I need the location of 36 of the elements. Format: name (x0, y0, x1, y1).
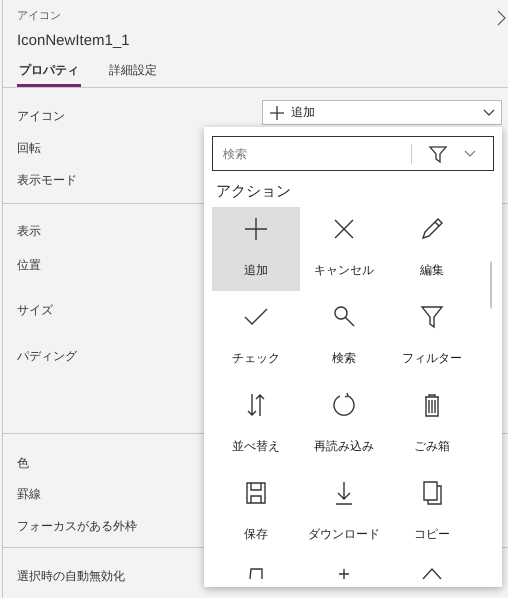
icon-option[interactable]: 編集 (388, 207, 476, 291)
icon-option[interactable]: ダウンロード (300, 471, 388, 555)
icon-option[interactable]: 保存 (212, 471, 300, 555)
icon-dropdown[interactable]: 追加 (262, 100, 502, 125)
icon-option[interactable]: ごみ箱 (388, 383, 476, 467)
plus-icon (242, 215, 270, 243)
property-label: サイズ (17, 303, 53, 317)
property-label: 回転 (17, 141, 41, 155)
icon-option[interactable]: チェック (212, 295, 300, 379)
icon-option[interactable]: 再読み込み (300, 383, 388, 467)
tab[interactable]: 詳細設定 (107, 59, 159, 87)
property-label: フォーカスがある外枠 (17, 519, 137, 533)
category-heading: アクション (216, 182, 292, 201)
icon-option[interactable]: フィルター (388, 295, 476, 379)
property-label: 位置 (17, 258, 41, 272)
property-label: アイコン (17, 109, 65, 123)
property-label: 表示モード (17, 173, 77, 187)
control-name: IconNewItem1_1 (17, 32, 131, 49)
filter-icon[interactable] (428, 144, 448, 164)
icon-option[interactable]: 追加 (212, 207, 300, 291)
chevron-right-icon[interactable] (497, 10, 506, 26)
control-type-label: アイコン (17, 9, 62, 23)
search-field[interactable]: 検索 (212, 136, 494, 171)
property-label: 罫線 (17, 487, 41, 501)
plus-icon (269, 104, 285, 120)
property-label: 表示 (17, 224, 41, 238)
property-label: パディング (17, 349, 77, 363)
tab[interactable]: プロパティ (17, 59, 81, 87)
chevron-down-icon[interactable] (464, 150, 476, 158)
property-label: 選択時の自動無効化 (17, 569, 125, 583)
icon-option[interactable]: コピー (388, 471, 476, 555)
property-label: 色 (17, 456, 29, 470)
chevron-down-icon (483, 108, 495, 116)
icon-option[interactable]: 検索 (300, 295, 388, 379)
icon-option[interactable]: キャンセル (300, 207, 388, 291)
icon-option[interactable]: 並べ替え (212, 383, 300, 467)
